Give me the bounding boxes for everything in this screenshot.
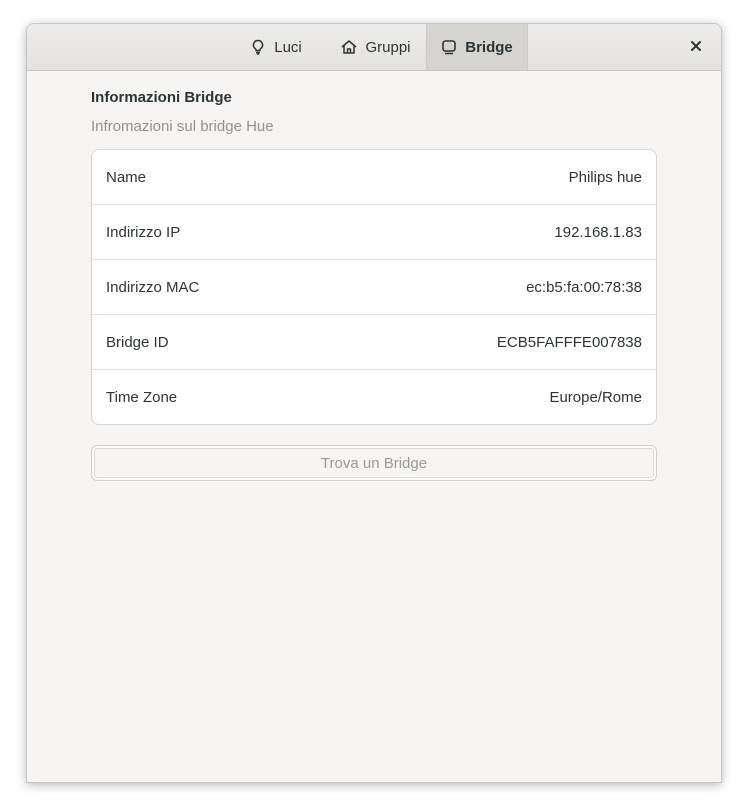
info-label: Indirizzo IP bbox=[106, 223, 181, 241]
app-window: Luci Gruppi Bridge Informazioni Bridge I… bbox=[26, 23, 722, 783]
tab-gruppi-label: Gruppi bbox=[365, 38, 411, 56]
bridge-icon bbox=[441, 39, 457, 55]
info-row-name: Name Philips hue bbox=[92, 150, 656, 205]
page-subtitle: Infromazioni sul bridge Hue bbox=[91, 118, 274, 135]
info-value: Philips hue bbox=[568, 168, 642, 186]
info-label: Bridge ID bbox=[106, 333, 169, 351]
info-label: Indirizzo MAC bbox=[106, 278, 200, 296]
info-value: ec:b5:fa:00:78:38 bbox=[526, 278, 642, 296]
tab-bridge[interactable]: Bridge bbox=[426, 24, 528, 70]
info-value: ECB5FAFFFE007838 bbox=[496, 333, 642, 351]
info-value: Europe/Rome bbox=[549, 388, 642, 406]
view-switcher: Luci Gruppi Bridge bbox=[226, 24, 528, 70]
info-label: Name bbox=[106, 168, 147, 186]
info-row-time-zone: Time Zone Europe/Rome bbox=[92, 370, 656, 424]
header-bar: Luci Gruppi Bridge bbox=[27, 24, 721, 71]
page-title: Informazioni Bridge bbox=[91, 89, 232, 106]
info-row-bridge-id: Bridge ID ECB5FAFFFE007838 bbox=[92, 315, 656, 370]
bulb-icon bbox=[250, 39, 266, 55]
home-icon bbox=[341, 39, 357, 55]
tab-gruppi[interactable]: Gruppi bbox=[326, 24, 426, 70]
bridge-info-list: Name Philips hue Indirizzo IP 192.168.1.… bbox=[91, 149, 657, 425]
info-value: 192.168.1.83 bbox=[554, 223, 642, 241]
info-row-mac: Indirizzo MAC ec:b5:fa:00:78:38 bbox=[92, 260, 656, 315]
close-icon bbox=[691, 38, 701, 56]
tab-luci[interactable]: Luci bbox=[226, 24, 326, 70]
find-bridge-button[interactable]: Trova un Bridge bbox=[91, 445, 657, 481]
tab-luci-label: Luci bbox=[274, 38, 302, 56]
info-label: Time Zone bbox=[106, 388, 178, 406]
tab-bridge-label: Bridge bbox=[465, 38, 513, 56]
close-button[interactable] bbox=[687, 38, 705, 56]
bridge-info-page: Informazioni Bridge Infromazioni sul bri… bbox=[91, 86, 657, 481]
info-row-ip: Indirizzo IP 192.168.1.83 bbox=[92, 205, 656, 260]
